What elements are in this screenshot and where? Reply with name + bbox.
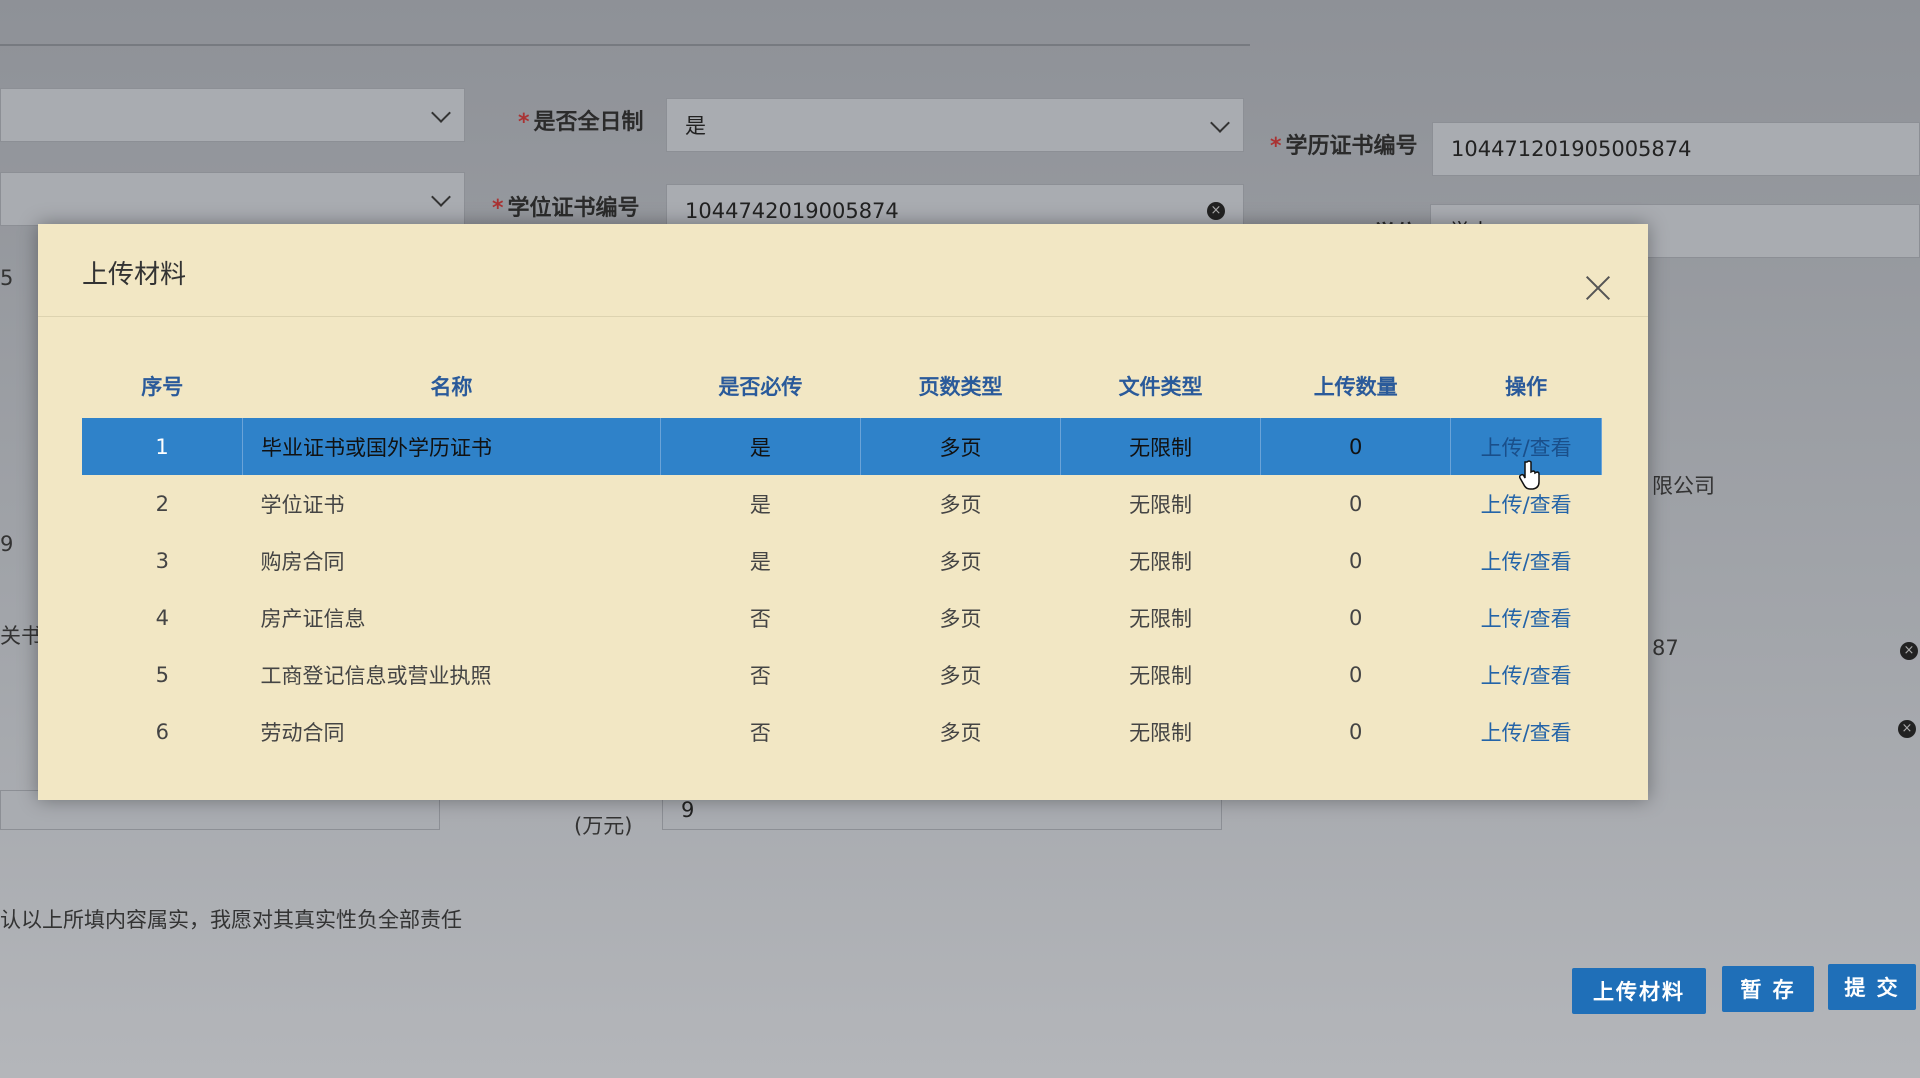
dialog-title: 上传材料 xyxy=(82,260,187,290)
declaration-text: 认以上所填内容属实，我愿对其真实性负全部责任 xyxy=(0,908,462,932)
row-action-cell: 上传/查看 xyxy=(1451,532,1602,589)
clear-icon[interactable]: × xyxy=(1900,642,1918,660)
column-header: 文件类型 xyxy=(1118,375,1203,399)
row-count: 0 xyxy=(1349,605,1363,630)
fulltime-label: * 是否全日制 xyxy=(518,110,644,135)
column-header: 序号 xyxy=(141,375,184,399)
row-pages: 多页 xyxy=(939,720,982,745)
column-header: 页数类型 xyxy=(918,375,1003,399)
degree-no-value: 1044742019005874 xyxy=(685,199,899,223)
row-name: 购房合同 xyxy=(260,549,345,574)
row-count: 0 xyxy=(1260,418,1452,475)
row-name: 劳动合同 xyxy=(260,720,345,745)
row-index: 3 xyxy=(155,548,169,573)
diploma-no-input[interactable]: 10447120190500​5874 xyxy=(1432,122,1920,176)
row-index: 2 xyxy=(155,491,169,516)
row-name: 工商登记信息或营业执照 xyxy=(260,663,492,688)
table-header-row: 序号 名称 是否必传 页数类型 文件类型 上传数量 操作 xyxy=(82,354,1602,418)
amount-unit: (万元) xyxy=(574,814,633,838)
row-filetype: 无限制 xyxy=(1129,549,1193,574)
row-required: 否 xyxy=(749,663,771,688)
table-row[interactable]: 5 工商登记信息或营业执照 否 多页 无限制 0 上传/查看 xyxy=(82,646,1602,703)
amount-value: 9 xyxy=(681,798,695,822)
row-pages: 多页 xyxy=(939,549,982,574)
row-filetype: 无限制 xyxy=(1129,720,1193,745)
row-pages: 多页 xyxy=(939,663,982,688)
row-name: 学位证书 xyxy=(260,492,345,517)
row-count: 0 xyxy=(1349,662,1363,687)
column-header: 操作 xyxy=(1505,375,1548,399)
row-count: 0 xyxy=(1349,491,1363,516)
hand-cursor-icon xyxy=(1519,460,1540,490)
materials-table: 序号 名称 是否必传 页数类型 文件类型 上传数量 操作 1 毕业证书或国外学历… xyxy=(82,354,1602,760)
fulltime-select[interactable]: 是 xyxy=(666,98,1244,152)
save-draft-button[interactable]: 暂 存 xyxy=(1722,966,1814,1012)
row-action-cell: 上传/查看 xyxy=(1451,646,1602,703)
divider xyxy=(0,44,1250,46)
column-header: 上传数量 xyxy=(1313,375,1398,399)
fulltime-value: 是 xyxy=(685,114,706,138)
degree-no-label: * 学位证书编号 xyxy=(492,196,640,221)
table-row[interactable]: 6 劳动合同 否 多页 无限制 0 上传/查看 xyxy=(82,703,1602,760)
chevron-down-icon xyxy=(431,103,451,123)
row-index: 5 xyxy=(155,662,169,687)
row-pages: 多页 xyxy=(939,606,982,631)
row-filetype: 无限制 xyxy=(1129,663,1193,688)
column-header: 名称 xyxy=(430,375,473,399)
diploma-no-value: 10447120190500​5874 xyxy=(1451,137,1692,161)
upload-materials-button[interactable]: 上传材料 xyxy=(1572,968,1706,1014)
table-row[interactable]: 2 学位证书 是 多页 无限制 0 上传/查看 xyxy=(82,475,1602,532)
chevron-down-icon xyxy=(1210,113,1230,133)
row-required: 是 xyxy=(749,549,771,574)
row-index: 1 xyxy=(82,418,243,475)
upload-view-link[interactable]: 上传/查看 xyxy=(1481,664,1572,688)
select-field-2[interactable] xyxy=(0,172,465,226)
row-count: 0 xyxy=(1349,719,1363,744)
row-filetype: 无限制 xyxy=(1060,418,1262,475)
row-filetype: 无限制 xyxy=(1129,606,1193,631)
dialog-header: 上传材料 xyxy=(38,224,1648,317)
table-row[interactable]: 1 毕业证书或国外学历证书 是 多页 无限制 0 上传/查看 xyxy=(82,418,1602,475)
upload-materials-dialog: 上传材料 序号 名称 是否必传 页数类型 文件类型 上传数量 操作 1 毕业证书… xyxy=(38,224,1648,800)
clear-icon[interactable]: × xyxy=(1898,720,1916,738)
left-fragment: 9 xyxy=(0,532,14,556)
submit-button[interactable]: 提 交 xyxy=(1828,964,1916,1010)
row-pages: 多页 xyxy=(860,418,1062,475)
row-required: 是 xyxy=(660,418,861,475)
row-required: 否 xyxy=(749,720,771,745)
left-fragment: 关书 xyxy=(0,624,42,648)
clear-icon[interactable]: × xyxy=(1207,202,1225,220)
upload-view-link[interactable]: 上传/查看 xyxy=(1481,436,1572,460)
upload-view-link[interactable]: 上传/查看 xyxy=(1481,493,1572,517)
row-name: 毕业证书或国外学历证书 xyxy=(242,418,661,475)
row-action-cell: 上传/查看 xyxy=(1451,703,1602,760)
table-row[interactable]: 4 房产证信息 否 多页 无限制 0 上传/查看 xyxy=(82,589,1602,646)
column-header: 是否必传 xyxy=(718,375,803,399)
row-name: 房产证信息 xyxy=(260,606,366,631)
left-fragment: 5 xyxy=(0,266,14,290)
table-row[interactable]: 3 购房合同 是 多页 无限制 0 上传/查看 xyxy=(82,532,1602,589)
row-index: 6 xyxy=(155,719,169,744)
row-required: 是 xyxy=(749,492,771,517)
diploma-no-label: * 学历证书编号 xyxy=(1270,134,1418,159)
upload-view-link[interactable]: 上传/查看 xyxy=(1481,607,1572,631)
chevron-down-icon xyxy=(431,187,451,207)
row-action-cell: 上传/查看 xyxy=(1451,589,1602,646)
select-field-1[interactable] xyxy=(0,88,465,142)
upload-view-link[interactable]: 上传/查看 xyxy=(1481,721,1572,745)
row-filetype: 无限制 xyxy=(1129,492,1193,517)
row-required: 否 xyxy=(749,606,771,631)
close-icon[interactable] xyxy=(1584,274,1612,302)
row-pages: 多页 xyxy=(939,492,982,517)
row-count: 0 xyxy=(1349,548,1363,573)
company-fragment: 限公司 xyxy=(1652,474,1715,498)
number-fragment: 87 xyxy=(1652,636,1679,660)
row-index: 4 xyxy=(155,605,169,630)
upload-view-link[interactable]: 上传/查看 xyxy=(1481,550,1572,574)
